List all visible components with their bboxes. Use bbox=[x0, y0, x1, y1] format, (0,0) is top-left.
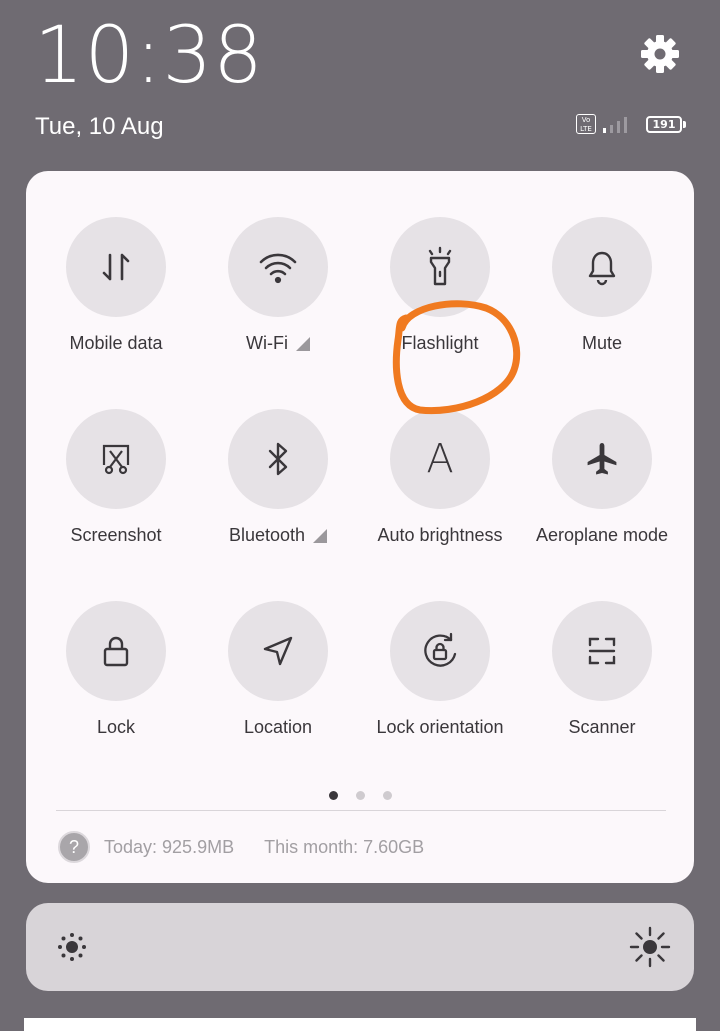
date: Tue, 10 Aug bbox=[35, 113, 164, 140]
signal-icon bbox=[603, 117, 627, 133]
tile-mobile-data[interactable]: Mobile data bbox=[35, 217, 197, 354]
tile-bluetooth[interactable]: Bluetooth bbox=[197, 409, 359, 546]
tile-label: Aeroplane mode bbox=[535, 525, 669, 545]
settings-button[interactable] bbox=[636, 30, 684, 78]
data-usage-row[interactable]: ? Today: 925.9MB This month: 7.60GB bbox=[58, 831, 424, 863]
brightness-low-icon bbox=[58, 933, 86, 961]
tile-label: Mobile data bbox=[69, 333, 163, 353]
tile-screenshot[interactable]: Screenshot bbox=[35, 409, 197, 546]
expand-arrow-icon[interactable] bbox=[295, 336, 310, 351]
tile-label: Wi-Fi bbox=[246, 333, 288, 353]
tile-label: Screenshot bbox=[70, 525, 162, 545]
tile-location[interactable]: Location bbox=[197, 601, 359, 738]
tile-wifi[interactable]: Wi-Fi bbox=[197, 217, 359, 354]
scanner-icon bbox=[588, 637, 616, 665]
tile-lock[interactable]: Lock bbox=[35, 601, 197, 738]
location-icon bbox=[263, 636, 293, 666]
tile-aeroplane-mode[interactable]: Aeroplane mode bbox=[521, 409, 683, 546]
help-icon[interactable]: ? bbox=[58, 831, 90, 863]
tile-auto-brightness-button[interactable]: A bbox=[390, 409, 490, 509]
tile-bluetooth-button[interactable] bbox=[228, 409, 328, 509]
tile-label: Flashlight bbox=[401, 333, 479, 353]
page-dot[interactable] bbox=[355, 791, 365, 800]
rotation-lock-icon bbox=[424, 632, 457, 667]
volte-icon: Vo LTE bbox=[576, 114, 596, 134]
page-dot[interactable] bbox=[382, 791, 392, 800]
tile-label: Auto brightness bbox=[377, 525, 503, 545]
tile-flashlight-button[interactable] bbox=[390, 217, 490, 317]
tile-label: Lock orientation bbox=[376, 717, 504, 737]
lock-icon bbox=[103, 636, 129, 667]
tile-label: Mute bbox=[581, 333, 623, 353]
tile-auto-brightness[interactable]: A Auto brightness bbox=[359, 409, 521, 546]
tile-lock-orientation[interactable]: Lock orientation bbox=[359, 601, 521, 738]
bluetooth-icon bbox=[268, 442, 288, 476]
brightness-high-icon bbox=[629, 926, 671, 968]
screenshot-icon bbox=[102, 444, 130, 475]
tile-screenshot-button[interactable] bbox=[66, 409, 166, 509]
tile-lock-orientation-button[interactable] bbox=[390, 601, 490, 701]
tile-aeroplane-mode-button[interactable] bbox=[552, 409, 652, 509]
tile-label: Location bbox=[243, 717, 313, 737]
tile-mobile-data-button[interactable] bbox=[66, 217, 166, 317]
tile-scanner[interactable]: Scanner bbox=[521, 601, 683, 738]
wifi-icon bbox=[259, 253, 297, 284]
tile-flashlight[interactable]: Flashlight bbox=[359, 217, 521, 354]
tile-label: Scanner bbox=[568, 717, 636, 737]
quick-settings-panel: Mobile data Wi-Fi Flashlight Mute Screen… bbox=[26, 171, 694, 883]
usage-today: Today: 925.9MB bbox=[104, 836, 235, 857]
tile-label: Bluetooth bbox=[228, 525, 306, 545]
divider bbox=[56, 810, 666, 811]
tile-mute-button[interactable] bbox=[552, 217, 652, 317]
airplane-icon bbox=[587, 443, 617, 475]
page-dot-active[interactable] bbox=[328, 791, 338, 800]
brightness-slider[interactable] bbox=[26, 903, 694, 991]
system-status-icons: Vo LTE 191 bbox=[576, 114, 686, 134]
tile-wifi-button[interactable] bbox=[228, 217, 328, 317]
bottom-edge bbox=[24, 1018, 696, 1031]
flashlight-icon bbox=[428, 246, 452, 286]
mobile-data-icon bbox=[102, 253, 130, 281]
battery-indicator: 191 bbox=[646, 115, 686, 133]
usage-month: This month: 7.60GB bbox=[264, 836, 425, 857]
tile-label: Lock bbox=[96, 717, 136, 737]
tile-scanner-button[interactable] bbox=[552, 601, 652, 701]
tile-location-button[interactable] bbox=[228, 601, 328, 701]
gear-icon bbox=[641, 35, 679, 73]
expand-arrow-icon[interactable] bbox=[313, 528, 328, 543]
bell-icon bbox=[588, 251, 616, 286]
auto-brightness-icon: A bbox=[426, 436, 454, 482]
tile-mute[interactable]: Mute bbox=[521, 217, 683, 354]
page-indicator bbox=[26, 791, 694, 800]
clock: 10:38 bbox=[34, 11, 264, 101]
tile-lock-button[interactable] bbox=[66, 601, 166, 701]
